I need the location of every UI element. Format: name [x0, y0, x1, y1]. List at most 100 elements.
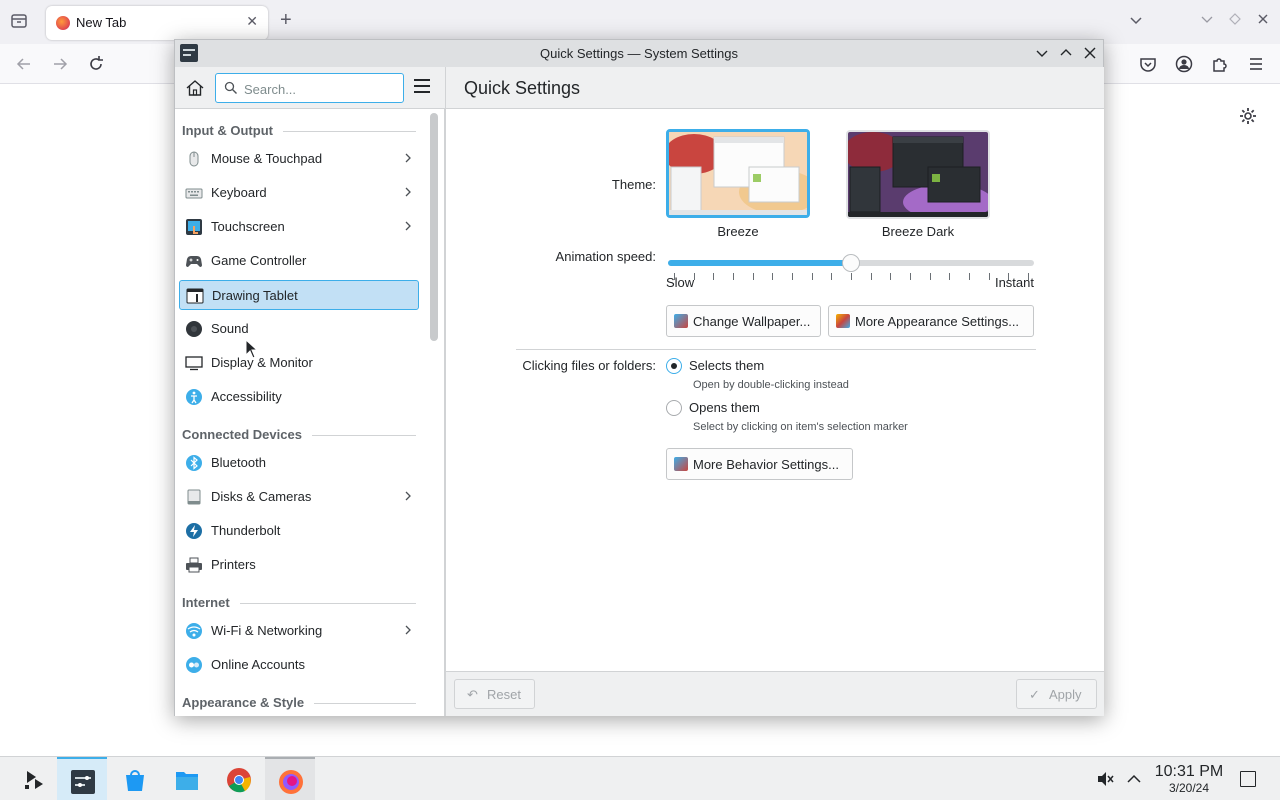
sidebar-item-label: Keyboard — [211, 185, 267, 200]
taskbar-firefox[interactable] — [265, 757, 315, 800]
theme-name-breeze-dark: Breeze Dark — [881, 224, 955, 239]
taskbar: 10:31 PM 3/20/24 — [0, 756, 1280, 800]
back-icon[interactable] — [14, 54, 34, 74]
theme-label: Theme: — [611, 177, 656, 192]
opens-them-radio[interactable] — [666, 400, 682, 416]
theme-breeze-thumbnail[interactable] — [666, 129, 810, 218]
scrollbar-thumb[interactable] — [430, 113, 438, 341]
clock-time[interactable]: 10:31 PM — [1150, 763, 1228, 781]
slider-handle[interactable] — [842, 254, 860, 272]
sidebar-item-thunderbolt[interactable]: Thunderbolt — [179, 516, 419, 546]
apply-button[interactable]: ✓ Apply — [1016, 679, 1097, 709]
extensions-icon[interactable] — [1210, 54, 1230, 74]
new-tab-button[interactable]: + — [280, 9, 292, 32]
animation-speed-label: Animation speed: — [555, 249, 656, 264]
network-icon — [185, 622, 203, 640]
sidebar-scrollbar[interactable] — [425, 109, 445, 716]
sidebar-item-sound[interactable]: Sound — [179, 314, 419, 344]
window-title: Quick Settings — System Settings — [540, 46, 738, 61]
sidebar-item-online-accounts[interactable]: Online Accounts — [179, 650, 419, 680]
monitor-icon — [185, 354, 203, 372]
sidebar-item-label: Wi-Fi & Networking — [211, 623, 323, 638]
sidebar-item-label: Game Controller — [211, 253, 307, 268]
tab-list-icon[interactable] — [10, 12, 28, 30]
tray-expand-icon[interactable] — [1125, 769, 1143, 789]
sound-icon — [185, 320, 203, 338]
mouse-icon — [185, 150, 203, 168]
taskbar-discover[interactable] — [109, 757, 159, 800]
app-launcher-button[interactable] — [8, 757, 58, 800]
sidebar-item-label: Touchscreen — [211, 219, 285, 234]
animation-speed-slider[interactable] — [668, 254, 1034, 280]
sidebar-item-mouse-touchpad[interactable]: Mouse & Touchpad — [179, 144, 419, 174]
sidebar-item-drawing-tablet[interactable]: Drawing Tablet — [179, 280, 419, 310]
sidebar-item-accessibility[interactable]: Accessibility — [179, 382, 419, 412]
sidebar-item-bluetooth[interactable]: Bluetooth — [179, 448, 419, 478]
files-icon — [176, 772, 198, 790]
touchscreen-icon — [185, 218, 203, 236]
sidebar-item-touchscreen[interactable]: Touchscreen — [179, 212, 419, 242]
selects-them-label[interactable]: Selects them — [689, 358, 764, 373]
page-title: Quick Settings — [464, 78, 581, 98]
tab-close-icon[interactable]: ✕ — [246, 13, 258, 30]
taskbar-system-settings[interactable] — [57, 757, 107, 800]
hamburger-menu-icon[interactable] — [414, 79, 432, 95]
slider-tick — [969, 273, 970, 280]
taskbar-chrome[interactable] — [213, 757, 263, 800]
reset-icon: ↶ — [467, 687, 478, 702]
show-desktop-icon[interactable] — [1240, 771, 1256, 787]
more-appearance-settings-button[interactable]: More Appearance Settings... — [828, 305, 1034, 337]
selects-them-description: Open by double-clicking instead — [693, 379, 849, 391]
change-wallpaper-button[interactable]: Change Wallpaper... — [666, 305, 821, 337]
app-menu-icon[interactable] — [1246, 54, 1266, 74]
reload-icon[interactable] — [86, 54, 106, 74]
gear-icon[interactable] — [1238, 106, 1258, 126]
selects-them-radio[interactable] — [666, 358, 682, 374]
more-behavior-settings-button[interactable]: More Behavior Settings... — [666, 448, 853, 480]
clicking-files-label: Clicking files or folders: — [522, 358, 656, 373]
appearance-icon — [836, 314, 850, 328]
sidebar-item-printers[interactable]: Printers — [179, 550, 419, 580]
window-titlebar[interactable]: Quick Settings — System Settings — [175, 40, 1103, 67]
footer-bar: ↶ Reset ✓ Apply — [445, 671, 1104, 716]
maximize-icon[interactable] — [1228, 12, 1242, 26]
browser-tab[interactable]: New Tab ✕ — [46, 6, 268, 40]
behavior-icon — [674, 457, 688, 471]
animation-instant-label: Instant — [994, 275, 1034, 290]
checkmark-icon: ✓ — [1029, 687, 1040, 702]
maximize-button[interactable] — [1057, 44, 1075, 62]
minimize-icon[interactable] — [1200, 12, 1214, 26]
slider-tick — [713, 273, 715, 280]
clock-date[interactable]: 3/20/24 — [1150, 781, 1228, 795]
list-all-tabs-icon[interactable] — [1128, 12, 1144, 28]
pocket-icon[interactable] — [1138, 54, 1158, 74]
slider-tick — [811, 273, 813, 280]
browser-close-icon[interactable] — [1256, 12, 1270, 26]
search-input[interactable] — [244, 80, 394, 98]
sidebar-item-keyboard[interactable]: Keyboard — [179, 178, 419, 208]
taskbar-files[interactable] — [161, 757, 211, 800]
sidebar-item-display-monitor[interactable]: Display & Monitor — [179, 348, 419, 378]
theme-breeze-dark-thumbnail[interactable] — [846, 130, 990, 219]
firefox-tab-icon — [56, 16, 70, 30]
slider-tick — [890, 273, 892, 280]
sidebar-item-disks-cameras[interactable]: Disks & Cameras — [179, 482, 419, 512]
sidebar-header — [175, 67, 445, 109]
forward-icon[interactable] — [50, 54, 70, 74]
slider-tick — [733, 273, 734, 280]
sidebar-item-game-controller[interactable]: Game Controller — [179, 246, 419, 276]
section-header: Input & Output — [182, 121, 416, 141]
mouse-cursor — [245, 339, 259, 359]
minimize-button[interactable] — [1033, 44, 1051, 62]
app-launcher-icon — [25, 771, 43, 789]
search-field[interactable] — [215, 73, 404, 103]
opens-them-label[interactable]: Opens them — [689, 400, 760, 415]
home-icon[interactable] — [185, 78, 205, 98]
reset-button[interactable]: ↶ Reset — [454, 679, 535, 709]
close-button[interactable] — [1081, 44, 1099, 62]
divider — [516, 349, 1036, 350]
account-icon[interactable] — [1174, 54, 1194, 74]
section-label: Internet — [182, 595, 240, 610]
sidebar-item-wi-fi-networking[interactable]: Wi-Fi & Networking — [179, 616, 419, 646]
volume-muted-icon[interactable] — [1095, 769, 1115, 789]
